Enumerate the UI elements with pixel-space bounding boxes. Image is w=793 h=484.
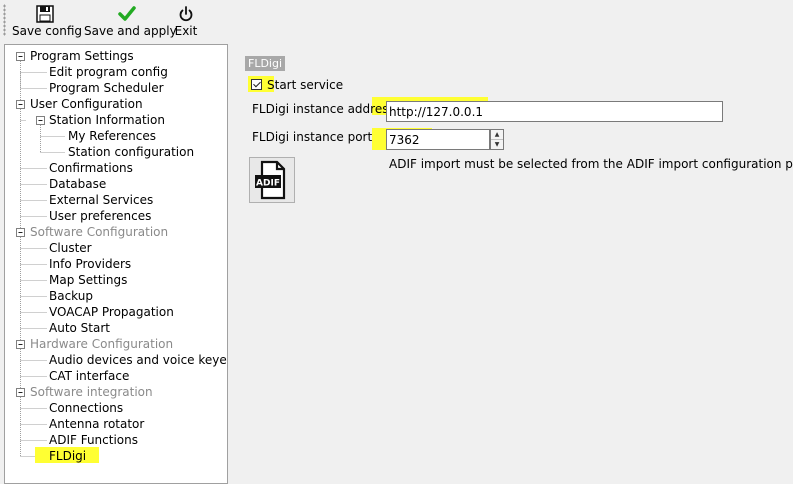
start-service-label: Start service [267, 78, 344, 92]
tree-item-label: Program Settings [30, 49, 134, 63]
tree-item-info-providers[interactable]: Info Providers [49, 256, 131, 272]
save-and-apply-label: Save and apply [84, 24, 177, 38]
tree-item-program-scheduler[interactable]: Program Scheduler [49, 80, 164, 96]
exit-button[interactable]: Exit [172, 4, 200, 40]
tree-item-label: User preferences [49, 209, 152, 223]
adif-icon-text: ADIF [256, 179, 280, 189]
save-config-button[interactable]: Save config [12, 4, 82, 40]
tree-item-map-settings[interactable]: Map Settings [49, 272, 127, 288]
tree-item-connections[interactable]: Connections [49, 400, 123, 416]
tree-item-backup[interactable]: Backup [49, 288, 93, 304]
tree-item-program-settings[interactable]: Program Settings [30, 48, 134, 64]
floppy-disk-icon [36, 5, 54, 23]
tree-item-edit-program-config[interactable]: Edit program config [49, 64, 168, 80]
tree-item-label: Station configuration [68, 145, 195, 159]
tree-item-label: Map Settings [49, 273, 128, 287]
exit-label: Exit [174, 24, 198, 38]
tree-item-confirmations[interactable]: Confirmations [49, 160, 133, 176]
tree-item-hardware-configuration[interactable]: Hardware Configuration [30, 336, 173, 352]
tree-item-label: Info Providers [49, 257, 132, 271]
adif-import-note: ADIF import must be selected from the AD… [389, 157, 793, 171]
tree-item-external-services[interactable]: External Services [49, 192, 153, 208]
tree-item-label: Connections [49, 401, 124, 415]
tree-item-label: User Configuration [30, 97, 143, 111]
tree-item-label: Software integration [30, 385, 153, 399]
tree-item-audio-devices[interactable]: Audio devices and voice keyer [49, 352, 228, 368]
tree-item-label: My References [68, 129, 156, 143]
group-title: FLDigi [245, 56, 286, 71]
tree-item-software-configuration[interactable]: Software Configuration [30, 224, 168, 240]
toolbar-grip[interactable] [3, 4, 6, 36]
tree-item-label: Program Scheduler [49, 81, 164, 95]
tree-item-voacap-propagation[interactable]: VOACAP Propagation [49, 304, 174, 320]
tree-item-station-information[interactable]: Station Information [49, 112, 165, 128]
tree-item-fldigi[interactable]: FLDigi [47, 448, 89, 464]
address-label: FLDigi instance address [252, 102, 395, 116]
tree-item-label: Cluster [49, 241, 92, 255]
tree-item-label: Database [49, 177, 107, 191]
tree-item-antenna-rotator[interactable]: Antenna rotator [49, 416, 144, 432]
adif-button[interactable]: ADIF [249, 157, 295, 203]
tree-item-my-references[interactable]: My References [68, 128, 156, 144]
adif-file-icon: ADIF [255, 160, 286, 200]
port-spinner[interactable]: ▲ ▼ [490, 129, 504, 150]
tree-item-label: Software Configuration [30, 225, 169, 239]
tree-item-label: Edit program config [49, 65, 168, 79]
tree-item-cat-interface[interactable]: CAT interface [49, 368, 129, 384]
tree-item-database[interactable]: Database [49, 176, 106, 192]
tree-item-label: ADIF Functions [49, 433, 138, 447]
tree-item-label: FLDigi [47, 449, 89, 463]
settings-tree[interactable]: Program Settings Edit program config Pro… [4, 44, 228, 484]
tree-item-label: CAT interface [49, 369, 130, 383]
tree-item-label: Auto Start [49, 321, 110, 335]
tree-item-label: VOACAP Propagation [49, 305, 174, 319]
tree-item-label: Confirmations [49, 161, 133, 175]
save-config-label: Save config [12, 24, 82, 38]
tree-item-software-integration[interactable]: Software integration [30, 384, 153, 400]
port-input[interactable] [386, 129, 490, 150]
tree-item-user-preferences[interactable]: User preferences [49, 208, 151, 224]
tree-item-user-configuration[interactable]: User Configuration [30, 96, 143, 112]
checkmark-icon [118, 6, 136, 21]
tree-item-label: Hardware Configuration [30, 337, 174, 351]
tree-item-auto-start[interactable]: Auto Start [49, 320, 110, 336]
address-input[interactable] [386, 101, 723, 122]
port-label: FLDigi instance port [252, 130, 373, 144]
tree-item-label: Antenna rotator [49, 417, 145, 431]
spin-up-arrow-icon[interactable]: ▲ [491, 130, 503, 140]
tree-item-station-configuration[interactable]: Station configuration [68, 144, 194, 160]
tree-item-label: Backup [49, 289, 93, 303]
tree-item-adif-functions[interactable]: ADIF Functions [49, 432, 138, 448]
spin-down-arrow-icon[interactable]: ▼ [491, 140, 503, 149]
power-icon [179, 6, 193, 22]
tree-item-label: Audio devices and voice keyer [49, 353, 228, 367]
tree-item-label: Station Information [49, 113, 165, 127]
tree-item-label: External Services [49, 193, 154, 207]
start-service-checkbox[interactable] [251, 79, 262, 90]
save-and-apply-button[interactable]: Save and apply [84, 4, 177, 40]
tree-item-cluster[interactable]: Cluster [49, 240, 92, 256]
toolbar: Save config Save and apply Exit [0, 0, 793, 42]
